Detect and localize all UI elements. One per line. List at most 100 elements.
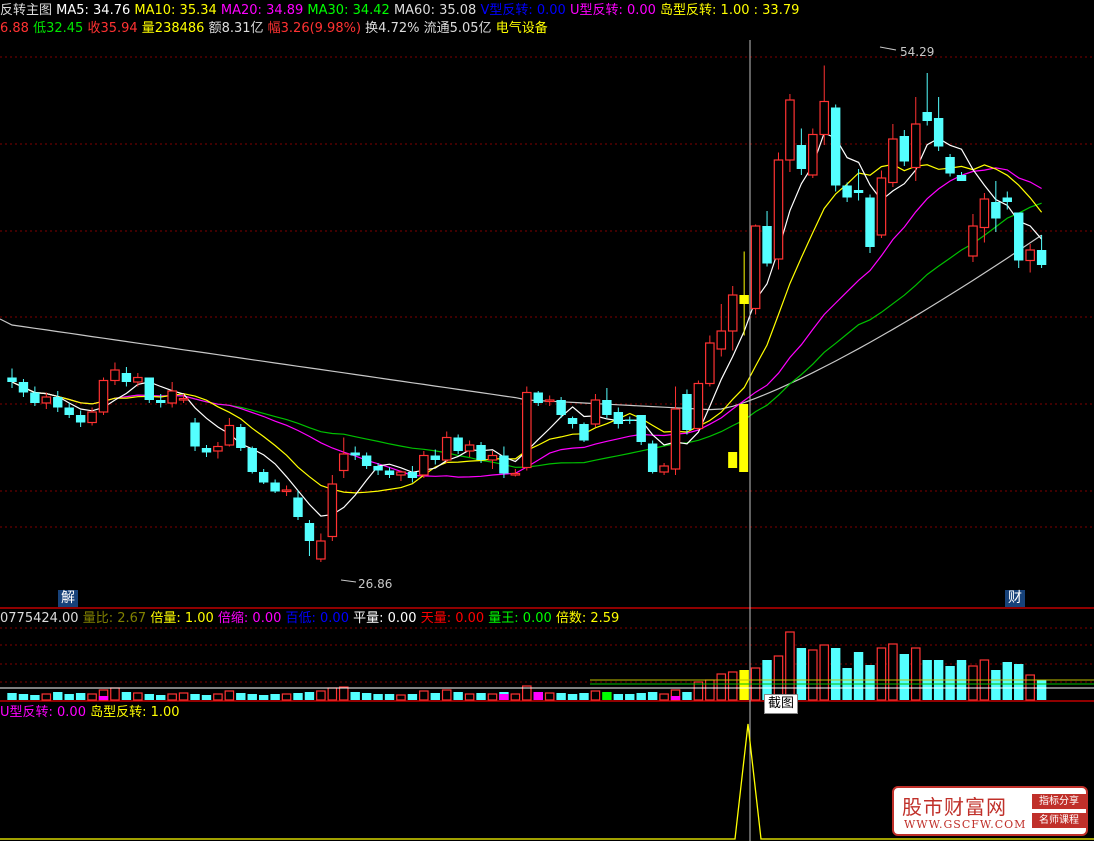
candle-body <box>968 225 978 257</box>
watermark-logo: 股市财富网 WWW.GSCFW.COM 指标分享 名师课程 <box>892 786 1088 836</box>
volume-bar <box>476 693 486 700</box>
candle-body <box>316 540 326 560</box>
header-item-6: V型反转: 0.00 <box>480 3 570 18</box>
volume-bar <box>876 647 887 701</box>
volume-bar <box>1002 662 1012 700</box>
candle <box>762 211 772 267</box>
candle <box>1025 244 1035 273</box>
candle-body <box>819 100 830 136</box>
candle-body <box>750 225 761 310</box>
candle-body <box>796 145 807 169</box>
header-item-9: : 33.79 <box>753 3 800 18</box>
watermark-title: 股市财富网 <box>902 795 1007 819</box>
candle-body <box>991 202 1001 219</box>
volume-bar <box>133 692 143 701</box>
candle <box>922 73 932 126</box>
candle-body <box>201 448 212 453</box>
candle <box>613 407 624 429</box>
candle-body <box>190 422 200 447</box>
volume-bar <box>30 695 40 700</box>
candle-body <box>979 198 990 229</box>
quote-item-0: 6.88 <box>0 21 34 36</box>
candle <box>236 424 246 451</box>
candle-body <box>133 376 143 383</box>
candle <box>270 479 280 493</box>
candle <box>75 410 86 427</box>
candle <box>819 65 830 145</box>
candle <box>190 418 200 451</box>
volume-accent <box>98 696 109 700</box>
candle <box>98 377 109 415</box>
candle-body <box>1014 212 1024 261</box>
candle <box>258 469 269 484</box>
candle <box>785 94 795 172</box>
volume-bar <box>579 693 589 700</box>
candle <box>510 469 521 477</box>
finance-marker[interactable]: 财 <box>1005 590 1025 607</box>
candle <box>350 446 360 460</box>
volume-bar <box>682 692 692 700</box>
volume-bar <box>865 665 875 700</box>
volume-bar <box>213 693 223 701</box>
candle <box>693 380 704 430</box>
volume-bar <box>304 692 315 700</box>
volume-bar <box>888 643 898 701</box>
volume-bar <box>270 694 280 700</box>
candle-body <box>258 472 269 483</box>
header-item-1: MA5: 34.76 <box>56 3 135 18</box>
candle-body <box>64 407 74 415</box>
volume-bar <box>144 694 154 700</box>
volume-bar <box>75 693 86 700</box>
volume-bar <box>613 694 624 700</box>
candle-body <box>705 342 715 385</box>
price-annotations: 54.29 26.86 <box>340 45 934 591</box>
candle <box>53 391 63 412</box>
candle-body <box>602 400 612 415</box>
candle <box>705 335 715 387</box>
candle <box>30 386 40 406</box>
volume-bar <box>247 694 257 700</box>
quote-item-5: 幅3.26(9.98%) <box>267 21 366 36</box>
candle <box>625 416 635 424</box>
candle <box>419 451 429 478</box>
candle <box>247 446 257 474</box>
volume-header-item-9: 量王: 0.00 <box>488 611 556 626</box>
candle-body <box>876 177 887 236</box>
candle-body <box>87 411 97 424</box>
candle-body <box>945 157 955 174</box>
volume-bar <box>407 694 418 700</box>
candle-body <box>567 418 578 424</box>
watermark-url: WWW.GSCFW.COM <box>904 818 1027 831</box>
candle <box>945 154 955 177</box>
volume-bar <box>945 666 955 700</box>
candle-body <box>933 118 944 147</box>
volume-header: 0775424.00 量比: 2.67 倍量: 1.00 倍缩: 0.00 百低… <box>0 610 619 627</box>
candle <box>1036 235 1047 268</box>
volume-bar <box>991 670 1001 700</box>
quote-item-2: 收35.94 <box>87 21 142 36</box>
candle-body <box>178 397 189 401</box>
volume-bar <box>384 694 395 700</box>
candle-body <box>441 436 452 461</box>
candle-body <box>156 400 166 403</box>
candle-body <box>98 379 109 413</box>
candle <box>899 130 910 166</box>
candle <box>338 437 349 478</box>
candle-body <box>41 396 52 404</box>
candle-body <box>579 424 589 441</box>
candle-body <box>7 377 17 382</box>
candle <box>144 377 154 403</box>
volume-bar <box>602 692 612 700</box>
candle-body <box>224 424 235 446</box>
candle <box>647 440 658 474</box>
quote-item-7: 流通5.05亿 <box>423 21 496 36</box>
candle-body <box>899 136 910 162</box>
watermark-badge-share: 指标分享 <box>1032 794 1086 809</box>
volume-bar <box>190 694 200 700</box>
volume-accent <box>533 692 543 700</box>
volume-bar <box>41 693 52 701</box>
candle-body <box>510 472 521 476</box>
candle-body <box>293 497 303 517</box>
candle-body <box>499 455 509 474</box>
unlock-marker[interactable]: 解 <box>58 590 78 607</box>
